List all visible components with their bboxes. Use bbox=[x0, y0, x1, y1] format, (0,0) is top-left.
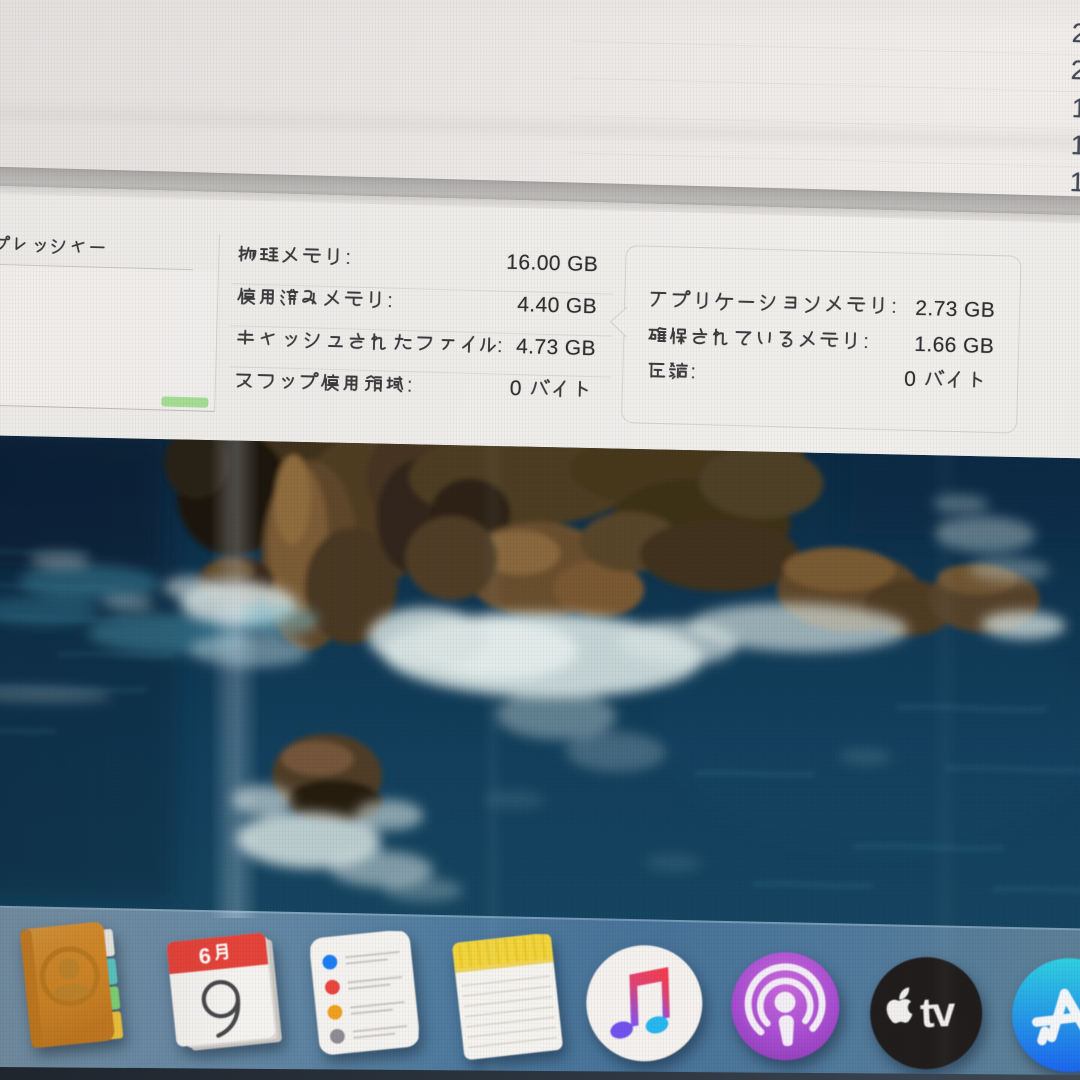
svg-text::: : bbox=[863, 331, 869, 353]
svg-text::: : bbox=[387, 290, 393, 312]
svg-text:6: 6 bbox=[198, 943, 213, 969]
svg-text::: : bbox=[345, 247, 351, 269]
svg-text::: : bbox=[497, 335, 503, 357]
svg-text::: : bbox=[407, 375, 413, 397]
svg-text::: : bbox=[891, 296, 897, 318]
svg-text::: : bbox=[690, 361, 696, 383]
